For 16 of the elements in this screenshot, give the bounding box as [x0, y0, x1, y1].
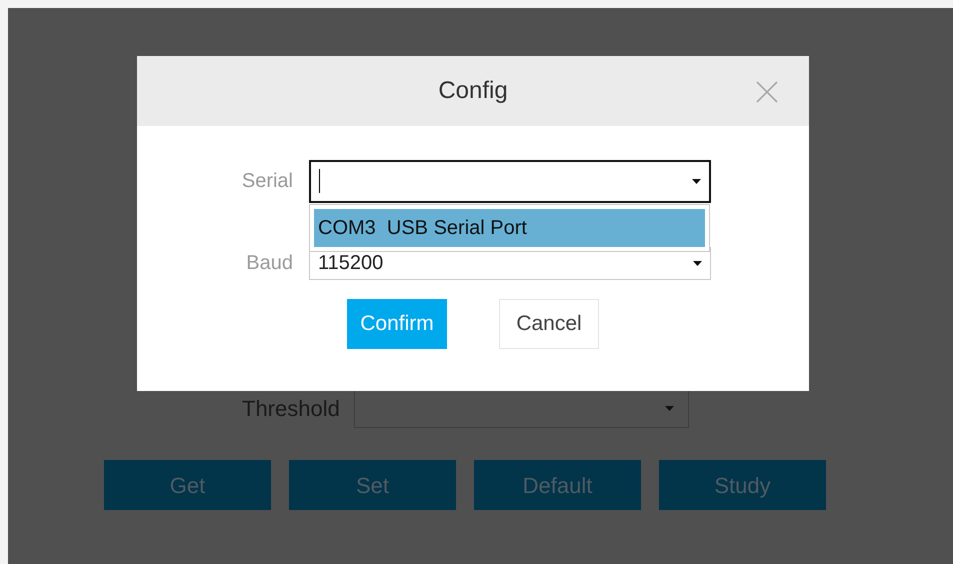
dropdown-caret-icon — [693, 260, 702, 266]
action-button[interactable]: Set — [289, 460, 456, 510]
field-label: Serial — [240, 169, 294, 194]
dropdown-caret-icon — [664, 406, 674, 410]
combo-field[interactable] — [309, 160, 711, 202]
dialog-title: Config — [438, 76, 508, 106]
dialog-button[interactable]: Cancel — [499, 299, 599, 349]
dropdown-option[interactable]: COM3 USB Serial Port — [314, 208, 705, 246]
dialog-button[interactable]: Confirm — [347, 299, 447, 349]
field-label: Baud — [245, 251, 294, 276]
text-cursor — [319, 169, 320, 193]
dropdown-caret-icon — [692, 178, 701, 184]
action-button[interactable]: Default — [474, 460, 641, 510]
action-button[interactable]: Study — [659, 460, 826, 510]
combo-value: 115200 — [318, 251, 384, 276]
action-button[interactable]: Get — [104, 460, 271, 510]
